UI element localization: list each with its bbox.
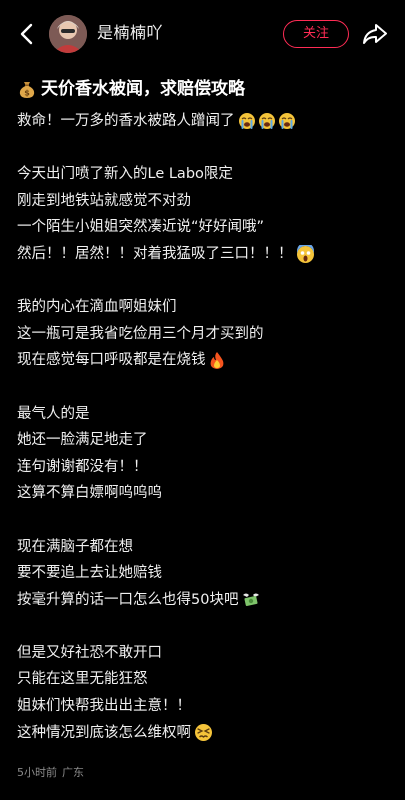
top-bar: 是楠楠吖 关注 — [0, 0, 405, 68]
post-line: 姐妹们快帮我出出主意！！ — [17, 698, 191, 715]
post-line: 但是又好社恐不敢开口 — [17, 644, 162, 661]
post-line: 这算不算白嫖啊呜呜呜 — [17, 485, 162, 502]
post-title: 天价香水被闻，求赔偿攻略 — [41, 79, 245, 99]
post-line: 只能在这里无能狂怒 — [17, 671, 148, 688]
post-title-row: $ 天价香水被闻，求赔偿攻略 — [17, 76, 245, 102]
svg-text:$: $ — [24, 89, 30, 98]
screaming-face-icon — [296, 244, 315, 264]
post-line: 这种情况到底该怎么维权啊 — [17, 720, 392, 747]
username[interactable]: 是楠楠吖 — [97, 23, 163, 43]
post-line: 刚走到地铁站就感觉不对劲 — [17, 192, 191, 209]
avatar[interactable] — [49, 15, 87, 53]
avatar-image — [49, 15, 87, 53]
post-meta: 5小时前 广东 — [17, 765, 89, 781]
post-line: 最气人的是 — [17, 405, 90, 422]
post-line: 现在满脑子都在想 — [17, 538, 133, 555]
post-line: 连句谢谢都没有！！ — [17, 458, 148, 475]
back-button[interactable] — [14, 22, 38, 46]
money-with-wings-icon — [241, 591, 261, 609]
post-line: 这一瓶可是我省吃俭用三个月才买到的 — [17, 325, 264, 342]
money-bag-icon: $ — [17, 79, 37, 99]
post-line: 救命！一万多的香水被路人蹭闻了 — [17, 108, 392, 135]
share-button[interactable] — [362, 21, 388, 47]
post-line: 我的内心在滴血啊姐妹们 — [17, 299, 177, 316]
post-time: 5小时前 — [17, 766, 57, 779]
post-line: 现在感觉每口呼吸都是在烧钱 — [17, 347, 392, 374]
post-line: 按毫升算的话一口怎么也得50块吧 — [17, 587, 392, 614]
follow-button[interactable]: 关注 — [283, 20, 349, 48]
loudly-crying-face-icon — [238, 112, 296, 130]
post-location: 广东 — [62, 766, 84, 779]
post-line: 一个陌生小姐姐突然凑近说“好好闻哦” — [17, 219, 265, 236]
post-line: 今天出门喷了新入的Le Labo限定 — [17, 166, 233, 183]
post-line: 然后！！居然！！对着我猛吸了三口！！！ — [17, 241, 392, 268]
post-line: 她还一脸满足地走了 — [17, 432, 148, 449]
persevering-face-icon — [194, 723, 213, 742]
post-body: 救命！一万多的香水被路人蹭闻了 今天出门喷了新入的Le Labo限定 刚走到地铁… — [17, 108, 392, 746]
fire-icon — [209, 351, 225, 370]
post-line: 要不要追上去让她赔钱 — [17, 565, 162, 582]
chevron-left-icon — [20, 23, 33, 45]
share-arrow-icon — [363, 24, 387, 44]
